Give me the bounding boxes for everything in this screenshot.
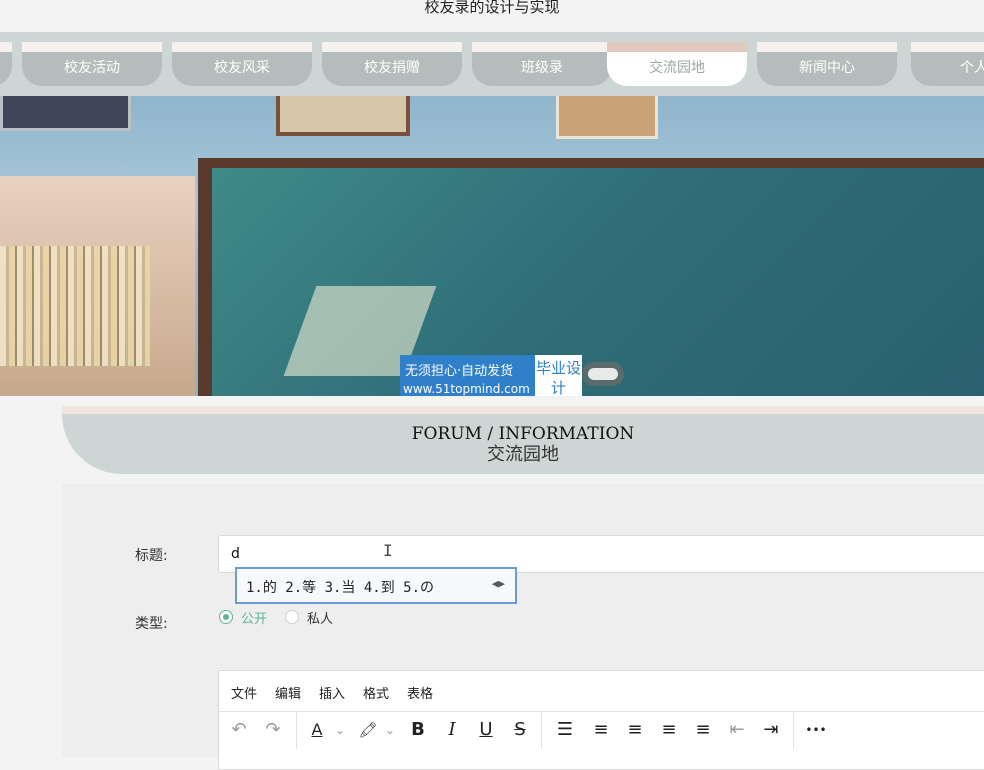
menu-file[interactable]: 文件 <box>231 683 257 702</box>
bold-icon[interactable]: B <box>407 717 429 743</box>
toolbar-divider <box>541 711 542 749</box>
menu-format[interactable]: 格式 <box>363 683 389 702</box>
align-right-icon[interactable]: ≡ <box>657 717 681 743</box>
type-label: 类型: <box>135 616 168 632</box>
tab-hidden[interactable] <box>0 42 12 86</box>
undo-icon[interactable]: ↶ <box>227 717 251 743</box>
tab-alumni-donation[interactable]: 校友捐赠 <box>322 42 462 86</box>
strikethrough-icon[interactable]: S <box>509 717 531 743</box>
tab-news-center[interactable]: 新闻中心 <box>757 42 897 86</box>
carousel-indicator[interactable] <box>582 362 624 386</box>
tab-personal-center[interactable]: 个人中 <box>911 42 984 86</box>
align-left-icon[interactable]: ≡ <box>589 717 613 743</box>
font-color-dropdown-icon[interactable]: ⌄ <box>333 717 347 743</box>
section-title-cn: 交流园地 <box>487 444 559 465</box>
section-title-en: FORUM / INFORMATION <box>411 424 635 444</box>
menu-table[interactable]: 表格 <box>407 683 433 702</box>
line-height-icon[interactable]: ☰ <box>553 717 577 743</box>
align-center-icon[interactable]: ≡ <box>623 717 647 743</box>
toolbar-divider <box>296 711 297 749</box>
radio-public-label[interactable]: 公开 <box>241 608 267 627</box>
toolbar-divider <box>793 711 794 749</box>
watermark-url: www.51topmind.com <box>403 382 530 396</box>
tab-alumni-style[interactable]: 校友风采 <box>172 42 312 86</box>
italic-icon[interactable]: I <box>441 717 463 743</box>
text-cursor-icon: I <box>383 541 393 560</box>
indent-icon[interactable]: ⇥ <box>759 717 783 743</box>
editor-menubar: 文件 编辑 插入 格式 表格 <box>219 671 984 712</box>
ime-candidate-popup[interactable]: 1.的 2.等 3.当 4.到 5.の ◀▶ <box>235 567 517 604</box>
banner-frame-right <box>556 96 658 139</box>
watermark-badge: 无须担心·自动发货 www.51topmind.com 毕业设计 <box>400 355 582 396</box>
banner-books <box>0 246 150 366</box>
outdent-icon[interactable]: ⇤ <box>725 717 749 743</box>
watermark-graduation-label: 毕业设计 <box>535 355 582 396</box>
banner-frame-left <box>276 96 410 136</box>
underline-icon[interactable]: U <box>475 717 497 743</box>
tab-class-list[interactable]: 班级录 <box>472 42 612 86</box>
menu-edit[interactable]: 编辑 <box>275 683 301 702</box>
radio-public[interactable] <box>219 610 233 624</box>
section-header: FORUM / INFORMATION 交流园地 <box>62 406 984 474</box>
carousel-dot-active[interactable] <box>588 368 618 380</box>
ime-candidates[interactable]: 1.的 2.等 3.当 4.到 5.の <box>246 577 434 597</box>
banner-tv <box>0 96 131 131</box>
watermark-slogan: 无须担心·自动发货 <box>405 364 514 379</box>
menu-insert[interactable]: 插入 <box>319 683 345 702</box>
title-label: 标题: <box>135 548 168 564</box>
ime-page-arrows-icon[interactable]: ◀▶ <box>492 577 505 590</box>
more-options-icon[interactable]: ••• <box>803 717 829 743</box>
rich-text-editor[interactable]: 文件 编辑 插入 格式 表格 ↶ ↷ A ⌄ 🖍 ⌄ B I U S ☰ ≡ ≡… <box>218 670 984 770</box>
redo-icon[interactable]: ↷ <box>261 717 285 743</box>
editor-toolbar: ↶ ↷ A ⌄ 🖍 ⌄ B I U S ☰ ≡ ≡ ≡ ≡ ⇤ ⇥ ••• <box>219 711 984 749</box>
tab-forum[interactable]: 交流园地 <box>607 42 747 86</box>
banner-carousel: 无须担心·自动发货 www.51topmind.com 毕业设计 <box>0 96 984 396</box>
tab-alumni-activities[interactable]: 校友活动 <box>22 42 162 86</box>
highlight-color-icon[interactable]: 🖍 <box>357 717 379 743</box>
main-nav: 校友活动 校友风采 校友捐赠 班级录 交流园地 新闻中心 个人中 <box>0 32 984 96</box>
watermark-blue-box: 无须担心·自动发货 www.51topmind.com <box>400 355 535 396</box>
radio-private[interactable] <box>285 610 299 624</box>
justify-icon[interactable]: ≡ <box>691 717 715 743</box>
font-color-icon[interactable]: A <box>307 717 327 743</box>
radio-private-label[interactable]: 私人 <box>307 608 333 627</box>
highlight-dropdown-icon[interactable]: ⌄ <box>383 717 397 743</box>
